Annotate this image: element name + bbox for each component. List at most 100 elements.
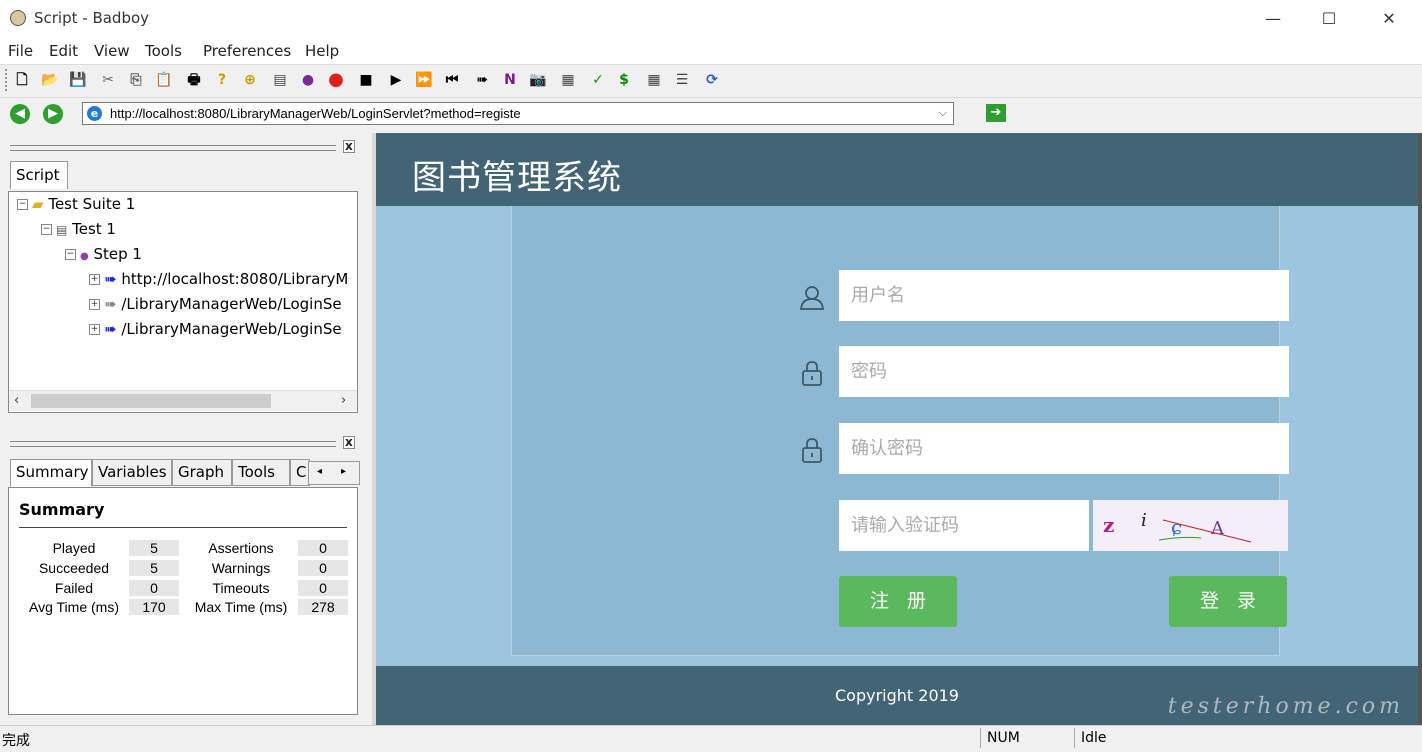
assertions-value: 0: [298, 540, 348, 556]
help-icon[interactable]: ?: [212, 70, 232, 90]
variable-icon[interactable]: $: [614, 70, 634, 90]
tree-node-test[interactable]: − ▤ Test 1: [41, 220, 116, 238]
expand-icon[interactable]: +: [89, 274, 100, 285]
play-all-icon[interactable]: ⏩: [414, 70, 434, 90]
step-forward-icon[interactable]: ➠: [472, 70, 492, 90]
left-pane: x Script − ▰ Test Suite 1 − ▤ Test 1 − ● St…: [0, 133, 372, 725]
tab-tools[interactable]: Tools: [232, 459, 290, 486]
request-icon: ➠: [104, 295, 117, 313]
password-input[interactable]: 密码: [839, 346, 1289, 397]
maximize-button[interactable]: ☐: [1306, 4, 1352, 34]
report-icon[interactable]: ▦: [558, 70, 578, 90]
summary-divider: [19, 527, 347, 528]
tab-script[interactable]: Script: [10, 161, 68, 189]
tab-variables[interactable]: Variables: [92, 459, 172, 486]
collapse-icon[interactable]: −: [17, 199, 28, 210]
table-icon[interactable]: ▦: [644, 70, 664, 90]
tree-node-label: /LibraryManagerWeb/LoginSe: [121, 295, 342, 313]
chevron-down-icon[interactable]: ⌵: [939, 106, 947, 120]
warnings-label: Warnings: [211, 560, 271, 576]
stop-icon[interactable]: ■: [356, 70, 376, 90]
tree-node-suite[interactable]: − ▰ Test Suite 1: [17, 195, 135, 213]
tree-node-step[interactable]: − ● Step 1: [65, 245, 142, 263]
tab-right-icon[interactable]: ▸: [341, 466, 346, 477]
tree-icon[interactable]: ☰: [672, 70, 692, 90]
failed-label: Failed: [54, 580, 94, 596]
folder-icon: ▰: [32, 195, 44, 213]
expand-icon[interactable]: +: [89, 299, 100, 310]
watermark: testerhome.com: [1167, 694, 1404, 719]
tab-graph[interactable]: Graph: [172, 459, 232, 486]
refresh-icon[interactable]: ⟳: [702, 70, 722, 90]
confirm-password-input[interactable]: 确认密码: [839, 423, 1289, 474]
tree-node-request[interactable]: + ➠ /LibraryManagerWeb/LoginSe: [89, 320, 342, 338]
captcha-image[interactable]: z i ɕ A: [1093, 500, 1288, 551]
paste-icon[interactable]: 📋: [154, 70, 174, 90]
play-icon[interactable]: ▶: [386, 70, 406, 90]
warnings-value: 0: [298, 560, 348, 576]
script-tree[interactable]: − ▰ Test Suite 1 − ▤ Test 1 − ● Step 1 + ➠ h…: [8, 191, 358, 413]
url-text: http://localhost:8080/LibraryManagerWeb/…: [110, 106, 521, 121]
back-icon[interactable]: ◀: [10, 104, 30, 124]
menu-view[interactable]: View: [94, 42, 130, 60]
svg-text:i: i: [1141, 510, 1147, 531]
menu-file[interactable]: File: [8, 42, 33, 60]
status-bar: 完成 NUM Idle: [0, 725, 1422, 752]
horizontal-scrollbar[interactable]: ‹ ›: [9, 390, 357, 411]
tree-node-request[interactable]: + ➠ http://localhost:8080/LibraryM: [89, 270, 348, 288]
summary-pane-close-icon[interactable]: x: [343, 436, 355, 449]
open-icon[interactable]: 📂: [40, 70, 60, 90]
new-icon[interactable]: 🗋: [12, 70, 32, 90]
tab-scroll-arrows: ◂ ▸: [308, 461, 360, 485]
go-icon[interactable]: ➔: [986, 104, 1006, 122]
minimize-button[interactable]: —: [1250, 4, 1296, 34]
scrollbar-thumb[interactable]: [31, 394, 271, 408]
print-icon[interactable]: 🖶: [184, 70, 204, 90]
menu-tools[interactable]: Tools: [145, 42, 182, 60]
add-suite-icon[interactable]: ⊕: [240, 70, 260, 90]
scroll-left-icon[interactable]: ‹: [14, 393, 19, 408]
tree-node-label: Test 1: [72, 220, 116, 238]
add-step-icon[interactable]: ●: [298, 70, 318, 90]
captcha-input[interactable]: 请输入验证码: [839, 500, 1089, 551]
collapse-icon[interactable]: −: [41, 224, 52, 235]
request-icon: ➠: [104, 270, 117, 288]
expand-icon[interactable]: +: [89, 324, 100, 335]
record-icon[interactable]: ●: [326, 70, 346, 90]
add-test-icon[interactable]: ▤: [270, 70, 290, 90]
tab-truncated[interactable]: C: [290, 459, 310, 486]
summary-pane-grip[interactable]: [10, 441, 336, 447]
navigation-icon[interactable]: N: [500, 70, 520, 90]
timeouts-value: 0: [298, 580, 348, 596]
save-icon[interactable]: 💾: [68, 70, 88, 90]
menu-preferences[interactable]: Preferences: [203, 42, 291, 60]
test-icon: ▤: [56, 223, 68, 237]
tab-left-icon[interactable]: ◂: [317, 466, 322, 477]
tree-node-request[interactable]: + ➠ /LibraryManagerWeb/LoginSe: [89, 295, 342, 313]
lock-icon: [802, 438, 822, 463]
browser-view: 图书管理系统 用户名 密码 确认密码 请输入验证码 z i ɕ A 注册 登录 …: [376, 133, 1418, 725]
assertion-icon[interactable]: ✓: [588, 70, 608, 90]
window-title: Script - Badboy: [34, 9, 150, 27]
timeouts-label: Timeouts: [212, 580, 270, 596]
cut-icon[interactable]: ✂: [98, 70, 118, 90]
forward-icon[interactable]: ▶: [43, 104, 63, 124]
script-pane-grip[interactable]: [10, 145, 336, 151]
avg-time-label: Avg Time (ms): [29, 599, 119, 615]
register-button[interactable]: 注册: [839, 576, 957, 627]
menu-edit[interactable]: Edit: [49, 42, 78, 60]
scroll-right-icon[interactable]: ›: [341, 393, 346, 408]
toolbar-grip[interactable]: [5, 69, 10, 91]
close-button[interactable]: ✕: [1366, 4, 1412, 34]
login-button[interactable]: 登录: [1169, 576, 1287, 627]
screenshot-icon[interactable]: 📷: [528, 70, 548, 90]
copy-icon[interactable]: ⎘: [126, 70, 146, 90]
url-input[interactable]: e http://localhost:8080/LibraryManagerWe…: [82, 102, 954, 125]
rewind-icon[interactable]: ⏮: [442, 70, 462, 90]
badboy-app-icon: [10, 10, 26, 26]
username-input[interactable]: 用户名: [839, 270, 1289, 321]
script-pane-close-icon[interactable]: x: [343, 140, 355, 153]
tab-summary[interactable]: Summary: [10, 459, 92, 487]
menu-help[interactable]: Help: [305, 42, 339, 60]
collapse-icon[interactable]: −: [65, 249, 76, 260]
